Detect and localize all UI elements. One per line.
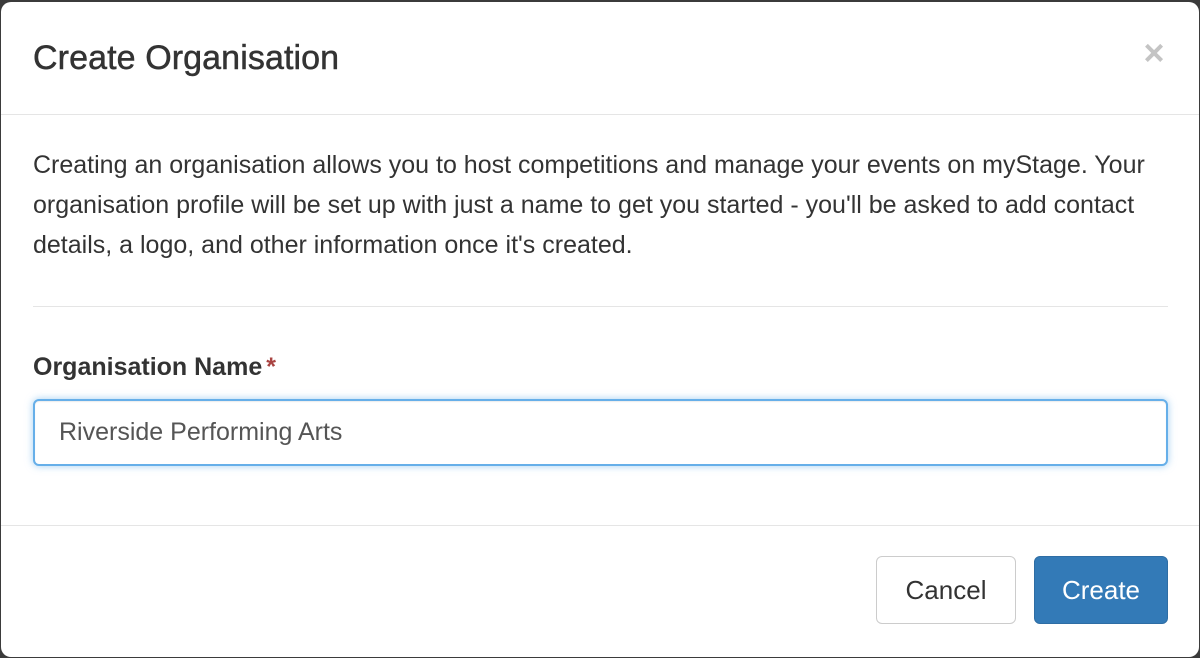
organisation-name-input[interactable] xyxy=(33,399,1168,466)
intro-text: Creating an organisation allows you to h… xyxy=(33,151,1145,259)
organisation-name-label: Organisation Name * xyxy=(33,351,276,383)
modal-footer: Cancel Create xyxy=(1,526,1199,656)
create-organisation-dialog: Create Organisation × Creating an organi… xyxy=(1,2,1199,657)
field-label-text: Organisation Name xyxy=(33,353,263,381)
divider xyxy=(33,306,1168,307)
modal-body: Creating an organisation allows you to h… xyxy=(1,115,1199,526)
create-button[interactable]: Create xyxy=(1034,556,1168,624)
modal-header: Create Organisation × xyxy=(1,2,1199,115)
close-icon[interactable]: × xyxy=(1141,35,1167,71)
required-indicator: * xyxy=(266,353,276,381)
cancel-button[interactable]: Cancel xyxy=(876,556,1016,624)
modal-title: Create Organisation xyxy=(33,39,340,78)
